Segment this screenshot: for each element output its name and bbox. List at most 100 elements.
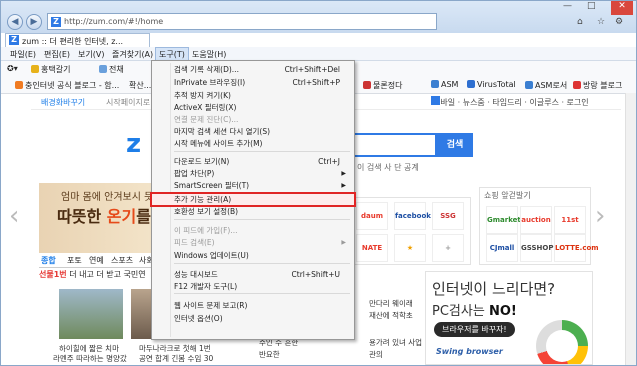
blog-icon — [573, 81, 581, 89]
fav-item[interactable]: 물론정다 — [363, 80, 402, 91]
shop-tile[interactable]: CJmall — [486, 234, 518, 262]
maximize-icon[interactable]: □ — [587, 1, 596, 15]
address-bar[interactable]: Z http://zum.com/#!/home — [47, 13, 437, 30]
side-list-item[interactable]: 관의 — [369, 349, 383, 360]
search-input[interactable] — [351, 133, 437, 157]
shop-tile[interactable]: daum — [356, 202, 388, 230]
favorites-icon[interactable]: ✪▾ — [7, 64, 18, 73]
zum-favicon-icon: Z — [51, 17, 61, 27]
submenu-arrow-icon: ▶ — [341, 182, 346, 189]
news-tab[interactable]: 스포츠 — [111, 255, 133, 266]
shop-tile[interactable]: facebook — [394, 202, 431, 230]
back-arrow-icon[interactable]: ◀ — [7, 14, 23, 30]
menu-file[interactable]: 파일(E) — [7, 48, 39, 61]
prev-arrow-icon[interactable]: ‹ — [9, 201, 19, 231]
submenu-arrow-icon: ▶ — [341, 239, 346, 246]
side-list-item[interactable]: 용가려 있녀 사업 — [369, 337, 422, 348]
scrollbar[interactable] — [625, 93, 636, 365]
gear-icon[interactable]: ⚙ — [615, 17, 623, 31]
shopping-box: 쇼핑 앞걷발기 Gmarket auction 11st CJmall GSSH… — [479, 187, 599, 265]
tools-menu-item[interactable]: 성능 대시보드 Ctrl+Shift+U — [152, 269, 354, 280]
shop-tile[interactable]: GSSHOP — [520, 234, 553, 262]
fav-item[interactable]: VirusTotal — [467, 80, 516, 89]
menu-item-label: 추적 방지 켜기(K) — [174, 91, 231, 100]
title-bar: ◀ ▶ Z http://zum.com/#!/home — □ ✕ ⌂ ☆ ⚙ — [1, 1, 636, 33]
ad-cta-button[interactable]: 브라우저를 바꾸자! — [434, 322, 515, 337]
fav-label: 확산... — [129, 81, 152, 90]
menu-separator — [174, 263, 350, 264]
shop-tile[interactable]: SSG — [432, 202, 464, 230]
tools-menu-item[interactable]: 인터넷 옵션(O) — [152, 313, 354, 324]
tab-zum[interactable]: Z zum :: 더 편리한 인터넷, z... — [5, 33, 150, 47]
shop-tile[interactable]: 11st — [554, 206, 586, 234]
change-bg-link[interactable]: 배경화바꾸기 — [41, 97, 85, 108]
address-url: http://zum.com/#!/home — [64, 17, 164, 26]
fav-item[interactable]: 전채 — [99, 64, 124, 75]
shop-tile[interactable]: auction — [520, 206, 552, 234]
news-caption[interactable]: 공연 합계 긴봄 수임 30 — [139, 353, 213, 364]
tools-menu-item[interactable]: F12 개발자 도구(L) — [152, 281, 354, 292]
shop-title: 쇼핑 앞걷발기 — [484, 191, 531, 200]
menu-item-label: 다운로드 보기(N) — [174, 157, 230, 166]
search-button[interactable]: 검색 — [437, 133, 473, 157]
tools-menu-item[interactable]: ActiveX 필터링(X) — [152, 102, 354, 113]
fav-item[interactable]: 방랑 블로그 — [573, 80, 622, 91]
home-icon[interactable]: ⌂ — [577, 17, 583, 31]
shop-tile[interactable]: NATE — [356, 234, 388, 262]
menu-favorites[interactable]: 즐겨찾기(A) — [109, 48, 156, 61]
tools-menu-item[interactable]: 팝업 차단(P) ▶ — [152, 168, 354, 179]
banner-line1: 엄마 몸에 안겨보시 듯한 — [61, 192, 163, 203]
shop-tile[interactable]: LOTTE.com — [554, 234, 599, 262]
menu-item-label: 검색 기록 삭제(D)... — [174, 65, 239, 74]
side-list-item[interactable]: 만다리 웨이래 — [369, 298, 413, 309]
tools-menu-item[interactable]: Windows 업데이트(U) — [152, 250, 354, 261]
menu-edit[interactable]: 편집(E) — [41, 48, 73, 61]
forward-arrow-icon[interactable]: ▶ — [26, 14, 42, 30]
speed-gauge-icon — [536, 320, 588, 364]
top-right-links[interactable]: 보바일 · 뉴스줌 · 타임드리 · 이글루스 · 로그인 — [433, 97, 589, 108]
menu-item-label: F12 개발자 도구(L) — [174, 282, 238, 291]
fav-item[interactable]: 확산... — [129, 80, 151, 91]
fav-item[interactable]: ASM — [431, 80, 458, 89]
tools-menu-item[interactable]: 웹 사이트 문제 보고(R) — [152, 300, 354, 311]
minimize-icon[interactable]: — — [563, 1, 572, 15]
tools-menu-item[interactable]: SmartScreen 필터(T) ▶ — [152, 180, 354, 191]
ad-headline: 인터넷이 느리다면? — [432, 280, 556, 298]
banner-line2b: 온기 — [106, 207, 137, 226]
tools-menu-item[interactable]: 호환성 보기 설정(B) — [152, 206, 354, 217]
add-shortcut-icon[interactable]: + — [432, 234, 464, 262]
menu-item-label: 팝업 차단(P) — [174, 169, 215, 178]
news-tab[interactable]: 포토 — [67, 255, 82, 266]
tools-menu-item: 이 피드에 가입(F)... — [152, 225, 354, 236]
news-tab[interactable]: 종합 — [41, 255, 56, 266]
next-arrow-icon[interactable]: › — [595, 201, 605, 231]
shop-tile[interactable]: ★ — [394, 234, 426, 262]
fav-label: 방랑 블로그 — [583, 81, 623, 90]
asm-icon — [431, 80, 439, 88]
tools-menu-item[interactable]: 추적 방지 켜기(K) — [152, 90, 354, 101]
menu-view[interactable]: 보기(V) — [75, 48, 107, 61]
fav-item[interactable]: 충인터넷 공식 블로그 - 함... — [15, 80, 119, 91]
news-caption[interactable]: 라멘주 따라하는 명양갔 — [53, 353, 127, 364]
tools-menu-item[interactable]: 다운로드 보기(N) Ctrl+J — [152, 156, 354, 167]
news-tab[interactable]: 연예 — [89, 255, 104, 266]
tools-menu-item[interactable]: 검색 기록 삭제(D)... Ctrl+Shift+Del — [152, 64, 354, 75]
tools-menu-item[interactable]: InPrivate 브라우징(I) Ctrl+Shift+P — [152, 77, 354, 88]
news-thumbnail[interactable] — [59, 289, 123, 339]
close-icon[interactable]: ✕ — [611, 1, 633, 15]
side-list-item[interactable]: 재산에 적학초 — [369, 310, 413, 321]
menu-item-label: ActiveX 필터링(X) — [174, 103, 237, 112]
tools-menu-item[interactable]: 시작 메뉴에 사이트 추가(M) — [152, 138, 354, 149]
shop-tile[interactable]: Gmarket — [486, 206, 521, 234]
star-icon[interactable]: ☆ — [597, 17, 605, 31]
ad-sub-b: NO! — [488, 304, 517, 319]
fav-item[interactable]: ASM로서 — [525, 80, 567, 91]
menu-item-label: 피드 검색(E) — [174, 238, 215, 247]
tools-menu-item[interactable]: 마지막 검색 세션 다시 열기(S) — [152, 126, 354, 137]
tools-menu-item: 피드 검색(E) ▶ — [152, 237, 354, 248]
menu-item-label: 웹 사이트 문제 보고(R) — [174, 301, 248, 310]
fav-item[interactable]: 홍택갈기 — [31, 64, 70, 75]
side-list-item[interactable]: 반요한 — [259, 349, 280, 360]
tools-menu-item[interactable]: 추가 기능 관리(A) — [150, 192, 356, 207]
swing-browser-ad[interactable]: 인터넷이 느리다면? PC검사는 NO! 브라우저를 바꾸자! Swing br… — [425, 271, 593, 365]
